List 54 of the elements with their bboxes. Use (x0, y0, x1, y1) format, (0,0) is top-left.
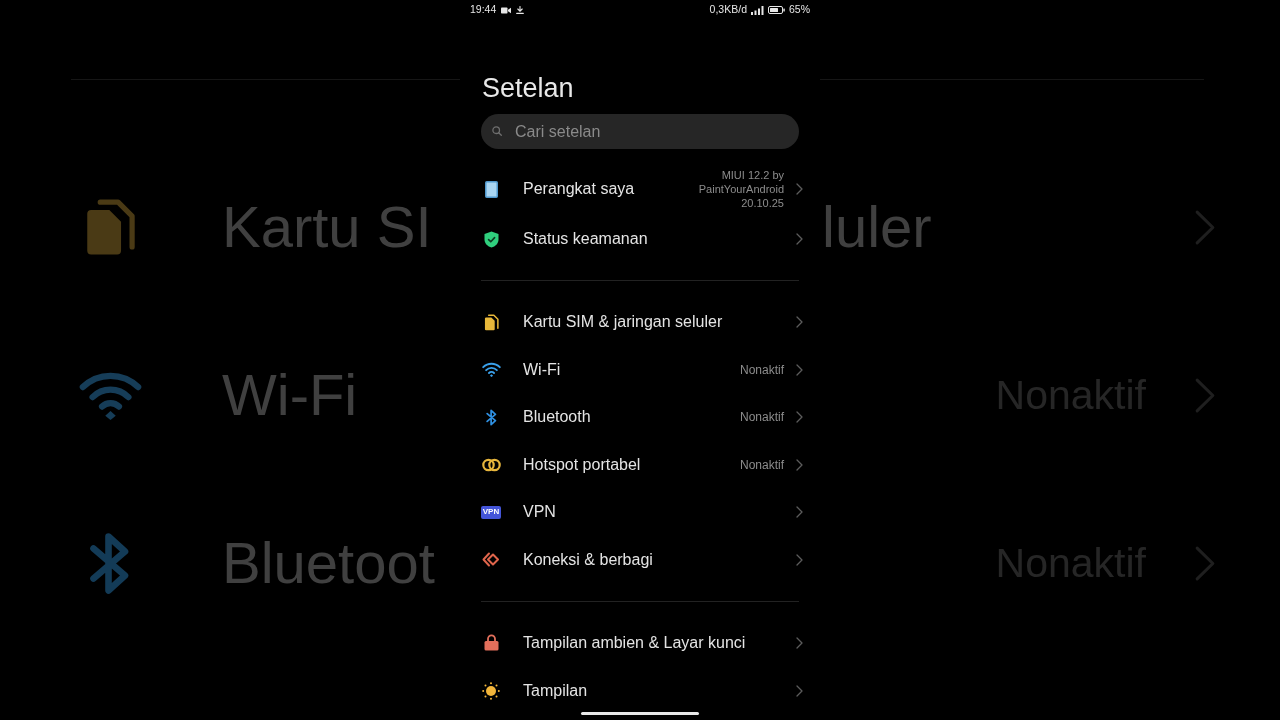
clock-time: 19:44 (470, 2, 497, 18)
chevron-right-icon (1194, 376, 1216, 414)
settings-item[interactable]: Status keamanan (460, 220, 820, 258)
settings-item[interactable]: Wi-Fi Nonaktif (460, 350, 820, 389)
diamond-arrows-icon (482, 552, 500, 568)
search-field[interactable]: Cari setelan (481, 114, 799, 149)
battery-percent: 65% (789, 2, 810, 18)
page-title: Setelan (482, 72, 575, 104)
chevron-right-icon (796, 553, 803, 566)
video-camera-icon (501, 6, 512, 14)
chevron-right-icon (1194, 208, 1216, 246)
chevron-right-icon (796, 411, 803, 424)
network-speed: 0,3KB/d (709, 2, 747, 18)
settings-item[interactable]: VPN VPN (460, 493, 820, 532)
battery-icon (768, 6, 785, 14)
chevron-right-icon (796, 233, 803, 245)
settings-item[interactable]: Bluetooth Nonaktif (460, 398, 820, 437)
status-text: MIUI 12.2 by PaintYourAndroid 20.10.25 (697, 168, 784, 210)
sim-card-icon (483, 313, 499, 331)
chevron-right-icon (796, 183, 803, 195)
shield-check-icon (483, 230, 499, 248)
status-text: Nonaktif (739, 361, 784, 379)
wifi-icon (481, 362, 501, 378)
blurred-label: Bluetoot (222, 534, 435, 592)
settings-item[interactable]: Perangkat saya MIUI 12.2 by PaintYourAndroid 20.10.25 (460, 168, 820, 210)
home-indicator[interactable] (581, 712, 699, 715)
blurred-label: Kartu SI (222, 198, 432, 256)
blurred-label: Wi-Fi (222, 366, 358, 424)
bluetooth-icon (485, 408, 497, 426)
chevron-right-icon (796, 506, 803, 519)
sun-icon (482, 681, 500, 700)
settings-item[interactable]: Kartu SIM & jaringan seluler (460, 303, 820, 341)
blurred-label: luler (821, 198, 932, 256)
settings-item[interactable]: Tampilan (460, 671, 820, 710)
phone-icon (484, 180, 498, 198)
chevron-right-icon (1194, 544, 1216, 582)
settings-item[interactable]: Hotspot portabel Nonaktif (460, 445, 820, 484)
status-text: Nonaktif (739, 409, 784, 427)
settings-item[interactable]: Koneksi & berbagi (460, 540, 820, 579)
sim-card-icon (84, 197, 136, 257)
search-icon (492, 126, 502, 136)
padlock-icon (483, 634, 499, 652)
chevron-right-icon (796, 363, 803, 376)
chevron-right-icon (796, 458, 803, 471)
icon-badge: VPN (480, 505, 502, 519)
linked-rings-icon (481, 457, 501, 472)
chevron-right-icon (796, 636, 803, 649)
chevron-right-icon (796, 684, 803, 697)
signal-icon (751, 5, 764, 15)
settings-item[interactable]: Tampilan ambien & Layar kunci (460, 623, 820, 662)
download-icon (516, 6, 525, 14)
status-text: Nonaktif (739, 456, 784, 474)
chevron-right-icon (796, 316, 803, 328)
wifi-icon (77, 370, 143, 420)
